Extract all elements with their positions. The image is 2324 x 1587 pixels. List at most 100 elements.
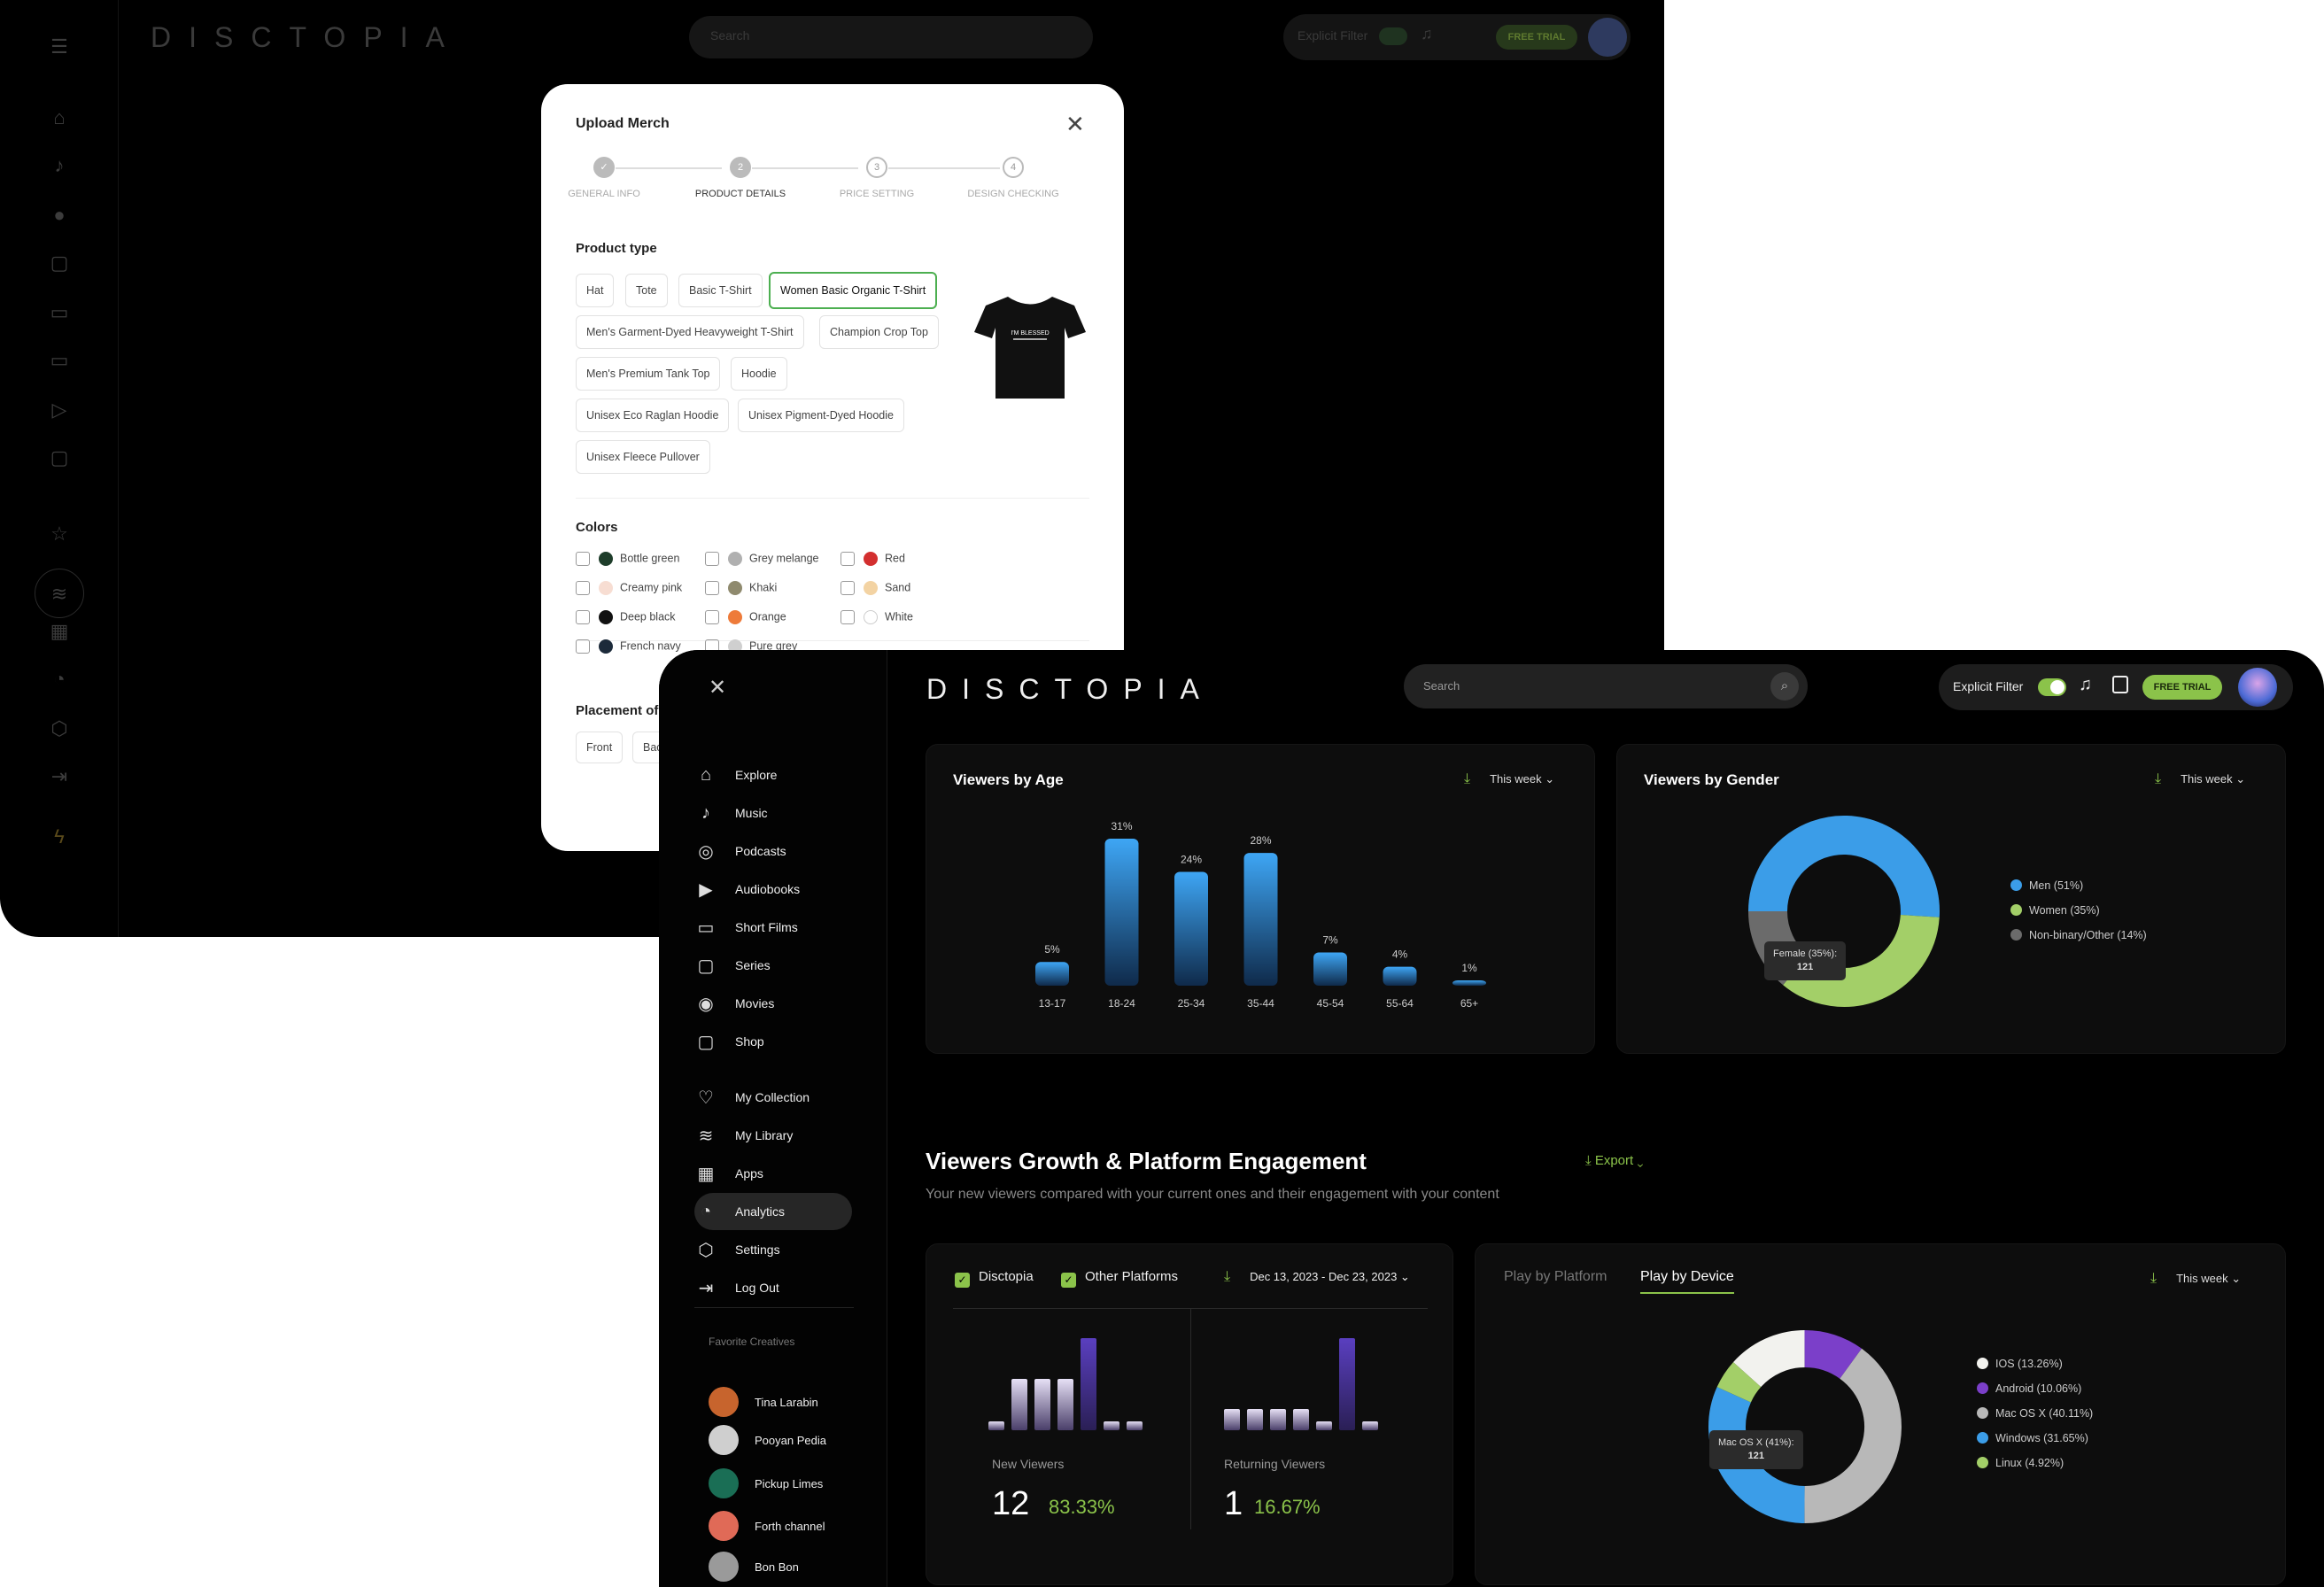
sidebar-item-shop[interactable]: ▢ Shop: [694, 1023, 854, 1060]
product-type-chip[interactable]: Unisex Fleece Pullover: [576, 440, 710, 474]
favorite-creative[interactable]: Forth channel: [709, 1511, 825, 1541]
download-icon[interactable]: ⤓: [1224, 1269, 1230, 1284]
color-option[interactable]: Grey melange: [705, 552, 819, 566]
close-icon[interactable]: ✕: [1065, 111, 1085, 138]
layers-icon[interactable]: ≋: [35, 569, 84, 618]
product-type-chip-selected[interactable]: Women Basic Organic T-Shirt: [769, 272, 938, 309]
sidebar-item-audiobooks[interactable]: ▶ Audiobooks: [694, 871, 854, 908]
free-trial-button[interactable]: FREE TRIAL: [2142, 675, 2222, 700]
export-button[interactable]: ⤓ Export ⌄: [1585, 1153, 1643, 1168]
age-bar[interactable]: [1035, 962, 1069, 986]
color-option[interactable]: Bottle green: [576, 552, 679, 566]
product-type-chip[interactable]: Basic T-Shirt: [678, 274, 763, 307]
back-search-input[interactable]: Search: [689, 16, 1093, 58]
color-checkbox[interactable]: [841, 610, 855, 624]
sidebar-item-my-library[interactable]: ≋ My Library: [694, 1117, 854, 1154]
color-checkbox[interactable]: [841, 552, 855, 566]
color-option[interactable]: Khaki: [705, 581, 777, 595]
color-option[interactable]: Orange: [705, 610, 786, 624]
color-checkbox[interactable]: [576, 610, 590, 624]
favorite-creative[interactable]: Pickup Limes: [709, 1468, 823, 1498]
date-range-select[interactable]: ⤓ Dec 13, 2023 - Dec 23, 2023 ⌄: [1224, 1269, 1410, 1285]
age-bar[interactable]: [1174, 871, 1208, 986]
color-checkbox[interactable]: [705, 610, 719, 624]
back-avatar[interactable]: [1588, 18, 1627, 57]
other-platforms-checkbox[interactable]: ✓ Other Platforms: [1061, 1269, 1178, 1288]
sidebar-item-series[interactable]: ▢ Series: [694, 947, 854, 984]
sidebar-item-apps[interactable]: ▦ Apps: [694, 1155, 854, 1192]
sidebar-item-settings[interactable]: ⬡ Settings: [694, 1231, 854, 1268]
avatar[interactable]: [2238, 668, 2277, 707]
back-bell-icon[interactable]: ♫: [1421, 25, 1433, 43]
device-slice[interactable]: [1716, 1362, 1762, 1404]
explicit-filter-toggle[interactable]: [2038, 678, 2066, 696]
search-input[interactable]: Search: [1423, 679, 1460, 693]
placement-title: Placement of: [576, 703, 659, 718]
color-checkbox[interactable]: [576, 552, 590, 566]
favorite-creative[interactable]: Tina Larabin: [709, 1387, 818, 1417]
sidebar-item-short-films[interactable]: ▭ Short Films: [694, 909, 854, 946]
menu-icon[interactable]: ☰: [46, 34, 73, 60]
grid-icon[interactable]: ▦: [46, 618, 73, 645]
device-slice[interactable]: [1733, 1330, 1806, 1388]
mic-icon[interactable]: ●: [46, 202, 73, 228]
color-checkbox[interactable]: [576, 581, 590, 595]
bolt-icon[interactable]: ϟ: [46, 824, 73, 850]
color-option[interactable]: White: [841, 610, 913, 624]
music-icon[interactable]: ♪: [46, 152, 73, 179]
product-type-chip[interactable]: Hoodie: [731, 357, 787, 391]
color-option[interactable]: Sand: [841, 581, 910, 595]
video-icon[interactable]: ▭: [46, 299, 73, 326]
play-icon[interactable]: ▷: [46, 397, 73, 423]
bag-icon[interactable]: ▢: [46, 445, 73, 471]
age-bar[interactable]: [1243, 853, 1278, 986]
product-type-chip[interactable]: Hat: [576, 274, 615, 307]
color-checkbox[interactable]: [705, 552, 719, 566]
close-sidebar-icon[interactable]: ✕: [709, 675, 726, 701]
age-bar[interactable]: [1452, 980, 1486, 986]
tv-icon[interactable]: ▭: [46, 347, 73, 374]
sidebar-item-podcasts[interactable]: ◎ Podcasts: [694, 832, 854, 870]
sidebar-item-log-out[interactable]: ⇥ Log Out: [694, 1269, 854, 1306]
bar-category-label: 13-17: [1039, 997, 1066, 1010]
product-type-chip[interactable]: Men's Garment-Dyed Heavyweight T-Shirt: [576, 315, 804, 349]
color-option[interactable]: Creamy pink: [576, 581, 682, 595]
back-free-trial-button[interactable]: FREE TRIAL: [1496, 25, 1577, 50]
device-slice[interactable]: [1803, 1348, 1902, 1523]
placement-front-chip[interactable]: Front: [576, 732, 624, 763]
home-icon[interactable]: ⌂: [46, 105, 73, 131]
back-explicit-toggle[interactable]: [1379, 27, 1407, 45]
product-type-chip[interactable]: Men's Premium Tank Top: [576, 357, 721, 391]
age-bar[interactable]: [1383, 966, 1417, 986]
gender-slice[interactable]: [1748, 816, 1940, 917]
color-option[interactable]: Deep black: [576, 610, 676, 624]
sidebar-item-movies[interactable]: ◉ Movies: [694, 985, 854, 1022]
product-type-chip[interactable]: Unisex Eco Raglan Hoodie: [576, 399, 730, 432]
product-type-chip[interactable]: Unisex Pigment-Dyed Hoodie: [738, 399, 904, 432]
sidebar-item-analytics[interactable]: ◔ Analytics: [694, 1193, 852, 1230]
audiobook-icon[interactable]: ▢: [46, 250, 73, 276]
device-slice[interactable]: [1803, 1330, 1862, 1380]
color-option[interactable]: Red: [841, 552, 905, 566]
bag-icon[interactable]: [2112, 676, 2128, 693]
favorite-creative[interactable]: Bon Bon: [709, 1552, 799, 1582]
sidebar-item-explore[interactable]: ⌂ Explore: [694, 756, 854, 794]
age-bar[interactable]: [1104, 839, 1139, 986]
step-connector: [752, 167, 858, 169]
analytics-icon[interactable]: ◔: [46, 666, 73, 693]
product-type-chip[interactable]: Champion Crop Top: [819, 315, 939, 349]
disctopia-checkbox[interactable]: ✓ Disctopia: [955, 1269, 1034, 1288]
product-type-chip[interactable]: Tote: [625, 274, 668, 307]
color-checkbox[interactable]: [841, 581, 855, 595]
settings-icon[interactable]: ⬡: [46, 716, 73, 742]
logout-icon[interactable]: ⇥: [46, 763, 73, 790]
favorite-creative[interactable]: Pooyan Pedia: [709, 1425, 826, 1455]
color-checkbox[interactable]: [576, 639, 590, 654]
age-bar[interactable]: [1313, 952, 1347, 986]
sidebar-item-my-collection[interactable]: ♡ My Collection: [694, 1079, 854, 1116]
bell-icon[interactable]: ♫: [2079, 675, 2092, 695]
sidebar-item-music[interactable]: ♪ Music: [694, 794, 854, 832]
search-icon[interactable]: ⌕: [1770, 672, 1799, 701]
color-checkbox[interactable]: [705, 581, 719, 595]
star-icon[interactable]: ☆: [46, 521, 73, 547]
